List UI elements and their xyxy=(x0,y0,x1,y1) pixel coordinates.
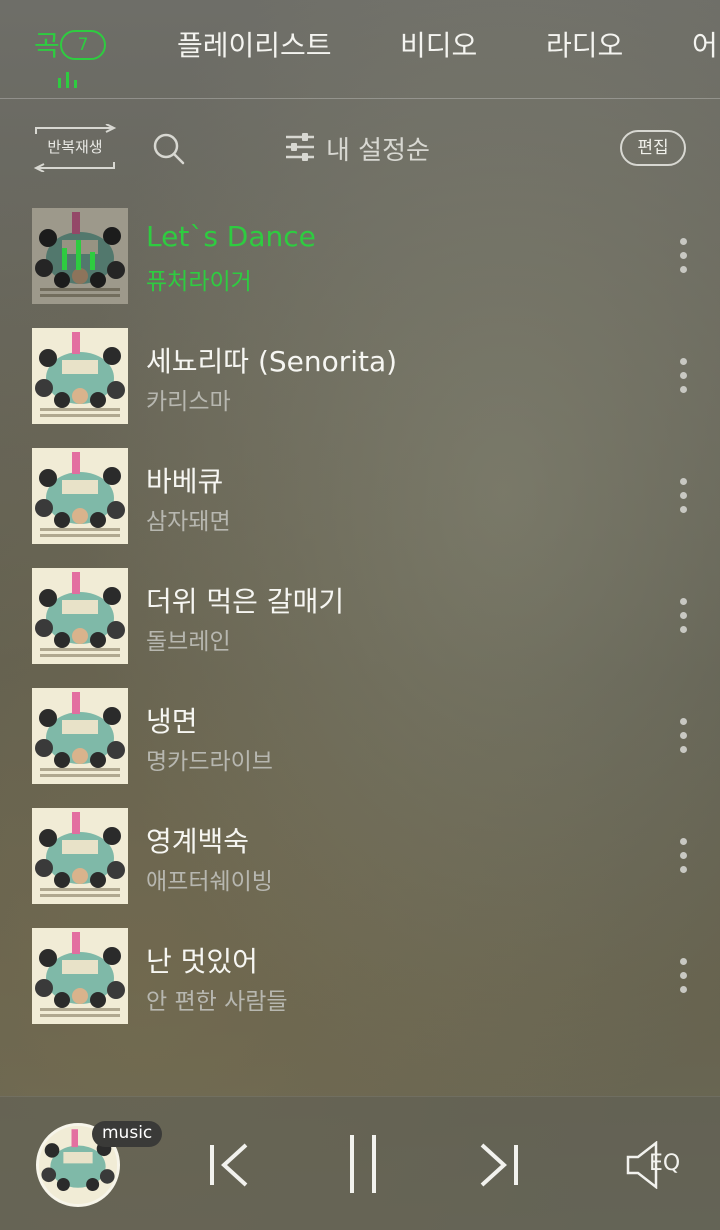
repeat-button[interactable]: 반복재생 xyxy=(32,123,118,173)
song-title: 더위 먹은 갈매기 xyxy=(146,585,345,618)
song-title: 난 멋있어 xyxy=(146,945,258,978)
song-artist: 애프터쉐이빙 xyxy=(146,869,273,895)
list-toolbar: 반복재생 내 설정순 편집 xyxy=(0,100,720,200)
tab-bar: 곡 7 플레이리스트 비디오 라디오 어 xyxy=(0,0,720,99)
now-playing-eq-icon xyxy=(58,70,84,88)
edit-button[interactable]: 편집 xyxy=(620,130,686,166)
album-art xyxy=(32,568,128,664)
eq-button[interactable]: EQ xyxy=(624,1141,688,1189)
song-artist: 돌브레인 xyxy=(146,629,231,655)
previous-track-icon[interactable] xyxy=(206,1141,252,1189)
song-row[interactable]: 냉면 명카드라이브 xyxy=(0,680,720,800)
tab-more[interactable]: 어 xyxy=(692,24,718,64)
mini-player: music EQ xyxy=(0,1096,720,1230)
album-art xyxy=(32,448,128,544)
more-options-icon[interactable] xyxy=(672,356,696,396)
song-row-playing[interactable]: Let`s Dance 퓨처라이거 xyxy=(0,200,720,320)
tab-playlist[interactable]: 플레이리스트 xyxy=(177,24,332,64)
song-title: 영계백숙 xyxy=(146,825,250,858)
album-art xyxy=(32,208,128,304)
album-art xyxy=(32,928,128,1024)
tab-radio[interactable]: 라디오 xyxy=(546,24,623,64)
song-artist: 퓨처라이거 xyxy=(146,269,252,295)
song-title: 냉면 xyxy=(146,705,198,738)
album-art xyxy=(32,328,128,424)
more-options-icon[interactable] xyxy=(672,476,696,516)
song-artist: 명카드라이브 xyxy=(146,749,273,775)
more-options-icon[interactable] xyxy=(672,596,696,636)
next-track-icon[interactable] xyxy=(476,1141,522,1189)
tab-songs[interactable]: 곡 xyxy=(34,24,60,64)
repeat-label: 반복재생 xyxy=(47,138,103,156)
now-playing-eq-icon xyxy=(32,208,128,304)
sort-label: 내 설정순 xyxy=(326,136,430,166)
song-row[interactable]: 난 멋있어 안 편한 사람들 xyxy=(0,920,720,1040)
more-options-icon[interactable] xyxy=(672,716,696,756)
more-options-icon[interactable] xyxy=(672,956,696,996)
song-row[interactable]: 바베큐 삼자돼면 xyxy=(0,440,720,560)
album-art xyxy=(32,808,128,904)
song-count-badge: 7 xyxy=(60,30,106,60)
sort-sliders-icon xyxy=(286,133,314,161)
song-row[interactable]: 영계백숙 애프터쉐이빙 xyxy=(0,800,720,920)
song-title: 세뇨리따 (Senorita) xyxy=(146,345,398,378)
tab-video[interactable]: 비디오 xyxy=(400,24,477,64)
song-title: Let`s Dance xyxy=(146,220,316,253)
tab-songs-label: 곡 xyxy=(34,29,60,62)
search-icon[interactable] xyxy=(152,132,186,166)
album-art xyxy=(32,688,128,784)
music-badge: music xyxy=(92,1121,163,1147)
eq-label: EQ xyxy=(649,1151,681,1176)
pause-icon[interactable] xyxy=(346,1133,380,1195)
song-artist: 안 편한 사람들 xyxy=(146,989,288,1015)
song-title: 바베큐 xyxy=(146,465,224,498)
more-options-icon[interactable] xyxy=(672,836,696,876)
more-options-icon[interactable] xyxy=(672,236,696,276)
song-artist: 카리스마 xyxy=(146,389,231,415)
song-artist: 삼자돼면 xyxy=(146,509,231,535)
song-row[interactable]: 세뇨리따 (Senorita) 카리스마 xyxy=(0,320,720,440)
song-row[interactable]: 더위 먹은 갈매기 돌브레인 xyxy=(0,560,720,680)
